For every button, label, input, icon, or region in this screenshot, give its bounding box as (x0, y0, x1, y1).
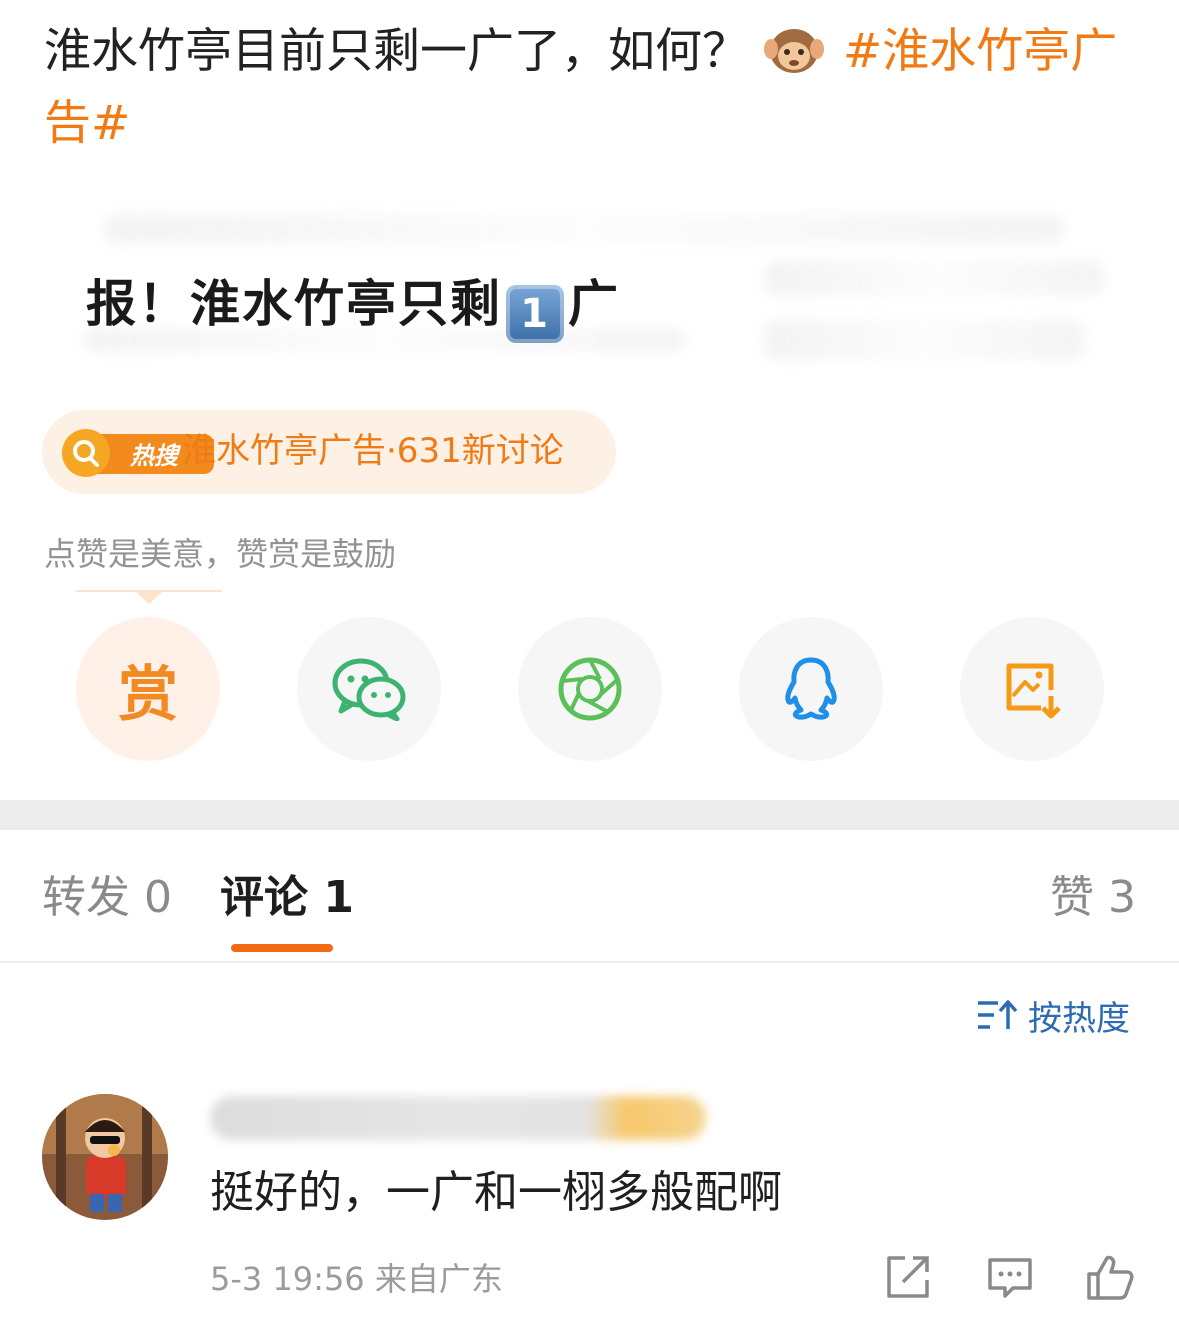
active-tab-indicator (231, 944, 333, 952)
comment-text: 挺好的，一广和一栩多般配啊 (210, 1167, 782, 1218)
hot-badge-label: 热搜 (129, 442, 182, 470)
tab-likes[interactable]: 赞 3 (1050, 870, 1136, 926)
section-separator (0, 800, 1179, 830)
interaction-tabs: 转发 0 评论 1 赞 3 (0, 830, 1179, 962)
reward-tip: 点赞是美意，赞赏是鼓励 (44, 535, 397, 573)
commenter-name-blurred[interactable] (210, 1096, 706, 1140)
share-qq-button[interactable] (739, 617, 883, 761)
headline-suffix: 广 (568, 275, 620, 333)
hot-search-text: 淮水竹亭广告·631新讨论 (182, 431, 564, 471)
share-moments-button[interactable] (518, 617, 662, 761)
qq-icon (785, 657, 837, 720)
reward-icon: 赏 (118, 659, 178, 730)
tip-caret (134, 590, 164, 604)
hot-search-pill[interactable]: 热搜 淮水竹亭广告·631新讨论 (42, 410, 616, 494)
tabs-divider (0, 961, 1179, 963)
share-row: 赏 (76, 617, 1106, 763)
wechat-moments-icon (558, 657, 622, 721)
headline-prefix: 报！淮水竹亭只剩 (86, 275, 502, 333)
keycap-one-icon: 1 (506, 285, 564, 343)
sort-icon (978, 1000, 1018, 1029)
see-no-evil-monkey-icon (763, 29, 824, 73)
save-image-button[interactable] (960, 617, 1104, 761)
image-headline: 报！淮水竹亭只剩 1 广 (86, 266, 620, 343)
avatar-image (42, 1094, 168, 1220)
wechat-icon (332, 658, 406, 721)
tab-repost[interactable]: 转发 0 (42, 870, 172, 926)
post-body: 淮水竹亭目前只剩一广了，如何？ (44, 24, 749, 79)
comment-time: 5-3 19:56 (210, 1260, 365, 1298)
share-wechat-button[interactable] (297, 617, 441, 761)
like-comment-icon[interactable] (1085, 1252, 1135, 1302)
reward-button[interactable]: 赏 (76, 617, 220, 761)
post-text: 淮水竹亭目前只剩一广了，如何？ #淮水竹亭广告# (44, 16, 1134, 160)
comment-source: 来自广东 (374, 1260, 503, 1298)
share-comment-icon[interactable] (883, 1252, 933, 1302)
comment-meta: 5-3 19:56 来自广东 (210, 1256, 503, 1302)
tab-comments[interactable]: 评论 1 (220, 870, 354, 926)
save-image-icon (1006, 663, 1061, 719)
reply-comment-icon[interactable] (985, 1252, 1035, 1302)
sort-label: 按热度 (1028, 998, 1130, 1039)
commenter-avatar[interactable] (42, 1094, 168, 1220)
sort-by-hot-button[interactable]: 按热度 (976, 990, 1130, 1040)
